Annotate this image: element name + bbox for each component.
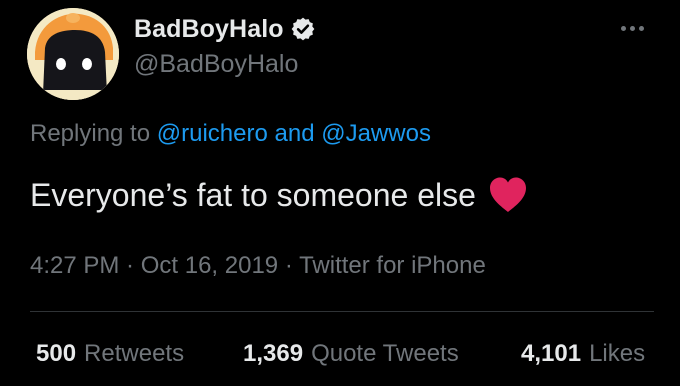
meta-separator: · <box>278 252 300 279</box>
avatar[interactable] <box>27 8 119 100</box>
likes-stat[interactable]: 4,101 Likes <box>521 340 645 368</box>
tweet-source[interactable]: Twitter for iPhone <box>299 252 486 279</box>
tweet-date[interactable]: Oct 16, 2019 <box>141 252 278 279</box>
meta-separator: · <box>119 252 141 279</box>
avatar-image <box>27 8 119 100</box>
author-handle[interactable]: @BadBoyHalo <box>134 50 298 79</box>
retweets-count: 500 <box>36 340 77 367</box>
retweets-label: Retweets <box>84 340 185 367</box>
more-dot <box>629 25 635 31</box>
replying-to-label: Replying to <box>30 120 157 147</box>
tweet-meta: 4:27 PM · Oct 16, 2019 · Twitter for iPh… <box>30 252 486 280</box>
verified-badge-icon <box>291 17 315 41</box>
quote-tweets-stat[interactable]: 1,369 Quote Tweets <box>243 340 459 368</box>
quote-tweets-label: Quote Tweets <box>311 340 459 367</box>
more-dot <box>638 25 644 31</box>
mention-joiner[interactable]: and <box>268 120 321 147</box>
likes-count: 4,101 <box>521 340 582 367</box>
replying-to-line: Replying to @ruichero and @Jawwos <box>30 120 431 148</box>
author-display-name[interactable]: BadBoyHalo <box>134 15 284 44</box>
more-dot <box>620 25 626 31</box>
more-options-icon[interactable] <box>612 16 652 40</box>
likes-label: Likes <box>589 340 646 367</box>
tweet-body: Everyone’s fat to someone else <box>30 176 476 213</box>
retweets-stat[interactable]: 500 Retweets <box>36 340 184 368</box>
tweet-time[interactable]: 4:27 PM <box>30 252 119 279</box>
tweet-text: Everyone’s fat to someone else <box>30 176 528 214</box>
mention-link-ruichero[interactable]: @ruichero <box>157 120 268 147</box>
divider <box>30 311 654 312</box>
tweet-card: BadBoyHalo @BadBoyHalo Replying to @ruic… <box>0 0 680 386</box>
red-heart-icon <box>489 177 526 212</box>
mention-link-jawwos[interactable]: @Jawwos <box>321 120 431 147</box>
author-name-row[interactable]: BadBoyHalo <box>134 12 316 46</box>
quote-tweets-count: 1,369 <box>243 340 304 367</box>
